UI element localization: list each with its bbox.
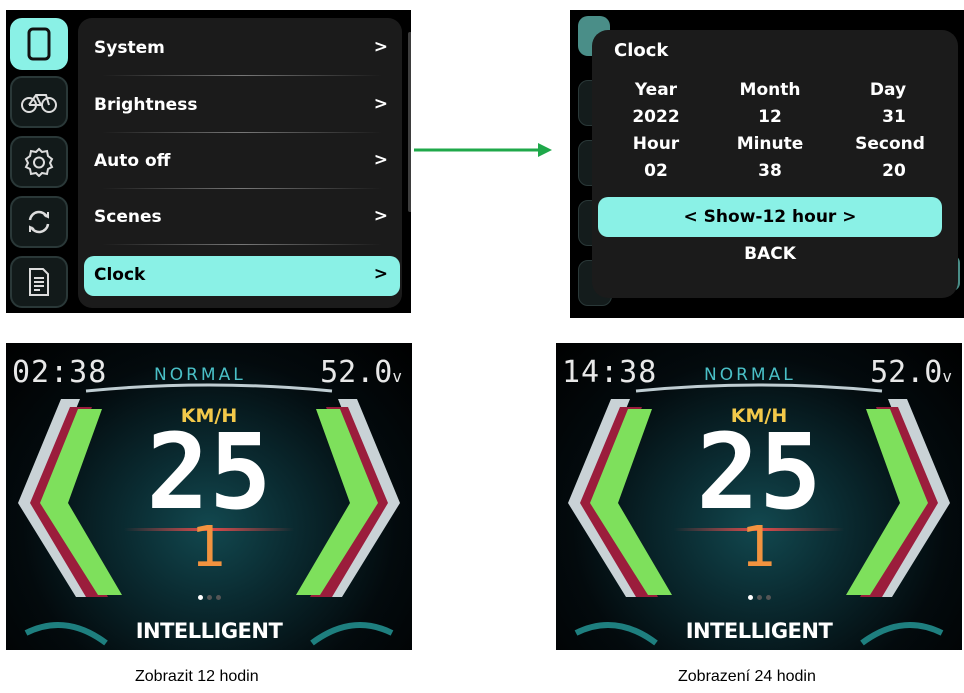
- back-button[interactable]: BACK: [592, 244, 948, 264]
- settings-menu-panel: System > Brightness > Auto off > Scenes …: [6, 10, 411, 313]
- voltage-unit: v: [392, 367, 402, 386]
- menu-item-label: Brightness: [94, 95, 198, 115]
- voltage-value: 52.0: [870, 355, 943, 390]
- page-dot: [216, 595, 221, 600]
- clock-time: 14:38: [562, 355, 658, 390]
- menu-item-label: System: [94, 38, 165, 58]
- caption-12-hour: Zobrazit 12 hodin: [135, 668, 259, 685]
- battery-voltage: 52.0v: [870, 355, 952, 390]
- phone-icon[interactable]: [10, 18, 68, 70]
- gear-icon[interactable]: [10, 136, 68, 188]
- menu-item-clock[interactable]: Clock >: [84, 256, 400, 296]
- refresh-icon[interactable]: [10, 196, 68, 248]
- divider: [102, 188, 382, 189]
- clock-dialog: Clock Year Month Day 2022 12 31 Hour Min…: [592, 30, 958, 298]
- menu-item-system[interactable]: System >: [84, 29, 400, 69]
- chevron-right-icon: >: [373, 150, 388, 170]
- chevron-right-icon: >: [373, 37, 388, 57]
- chevron-right-icon: >: [373, 206, 388, 226]
- day-value[interactable]: 31: [844, 107, 944, 127]
- year-label: Year: [634, 80, 678, 100]
- dashboard-24h: 14:38 NORMAL 52.0v KM/H 25 1 INTELLIGENT: [556, 343, 962, 650]
- month-label: Month: [739, 80, 801, 100]
- hour-label: Hour: [632, 134, 680, 154]
- page-indicator: [198, 585, 225, 604]
- year-value[interactable]: 2022: [606, 107, 706, 127]
- divider: [102, 244, 382, 245]
- speed-value: 25: [146, 411, 272, 533]
- hour-value[interactable]: 02: [606, 161, 706, 181]
- dialog-title: Clock: [614, 40, 669, 61]
- menu-item-label: Scenes: [94, 207, 162, 227]
- page-indicator: [748, 585, 775, 604]
- divider: [102, 75, 382, 76]
- voltage-unit: v: [942, 367, 952, 386]
- voltage-value: 52.0: [320, 355, 393, 390]
- show-12-hour-toggle[interactable]: < Show-12 hour >: [598, 197, 942, 237]
- dashboard-12h: 02:38 NORMAL 52.0v KM/H 25 1 INTELLIGENT: [6, 343, 412, 650]
- minute-value[interactable]: 38: [720, 161, 820, 181]
- page-dot: [766, 595, 771, 600]
- assist-level: 1: [741, 515, 777, 580]
- month-value[interactable]: 12: [720, 107, 820, 127]
- minute-label: Minute: [736, 134, 804, 154]
- menu-item-label: Clock: [94, 265, 146, 285]
- document-icon[interactable]: [10, 256, 68, 308]
- clock-time: 02:38: [12, 355, 108, 390]
- settings-list: System > Brightness > Auto off > Scenes …: [78, 18, 402, 308]
- arrow-right-icon: [414, 143, 552, 157]
- page-dot-active: [198, 595, 203, 600]
- day-label: Day: [869, 80, 907, 100]
- menu-item-brightness[interactable]: Brightness >: [84, 86, 400, 126]
- clock-settings-panel: Clock Year Month Day 2022 12 31 Hour Min…: [570, 10, 964, 318]
- chevron-right-icon: >: [373, 264, 388, 284]
- second-label: Second: [855, 134, 925, 154]
- ride-mode: NORMAL: [154, 365, 246, 385]
- scrollbar[interactable]: [408, 32, 411, 212]
- page-dot-active: [748, 595, 753, 600]
- speed-value: 25: [696, 411, 822, 533]
- chevron-right-icon: >: [373, 94, 388, 114]
- menu-item-auto-off[interactable]: Auto off >: [84, 142, 400, 182]
- page-dot: [207, 595, 212, 600]
- page-dot: [757, 595, 762, 600]
- assist-profile: INTELLIGENT: [135, 619, 283, 643]
- battery-voltage: 52.0v: [320, 355, 402, 390]
- assist-profile: INTELLIGENT: [685, 619, 833, 643]
- caption-24-hour: Zobrazení 24 hodin: [678, 668, 816, 685]
- menu-item-scenes[interactable]: Scenes >: [84, 198, 400, 238]
- bicycle-icon[interactable]: [10, 76, 68, 128]
- assist-level: 1: [191, 515, 227, 580]
- ride-mode: NORMAL: [704, 365, 796, 385]
- divider: [102, 132, 382, 133]
- second-value[interactable]: 20: [844, 161, 944, 181]
- menu-item-label: Auto off: [94, 151, 171, 171]
